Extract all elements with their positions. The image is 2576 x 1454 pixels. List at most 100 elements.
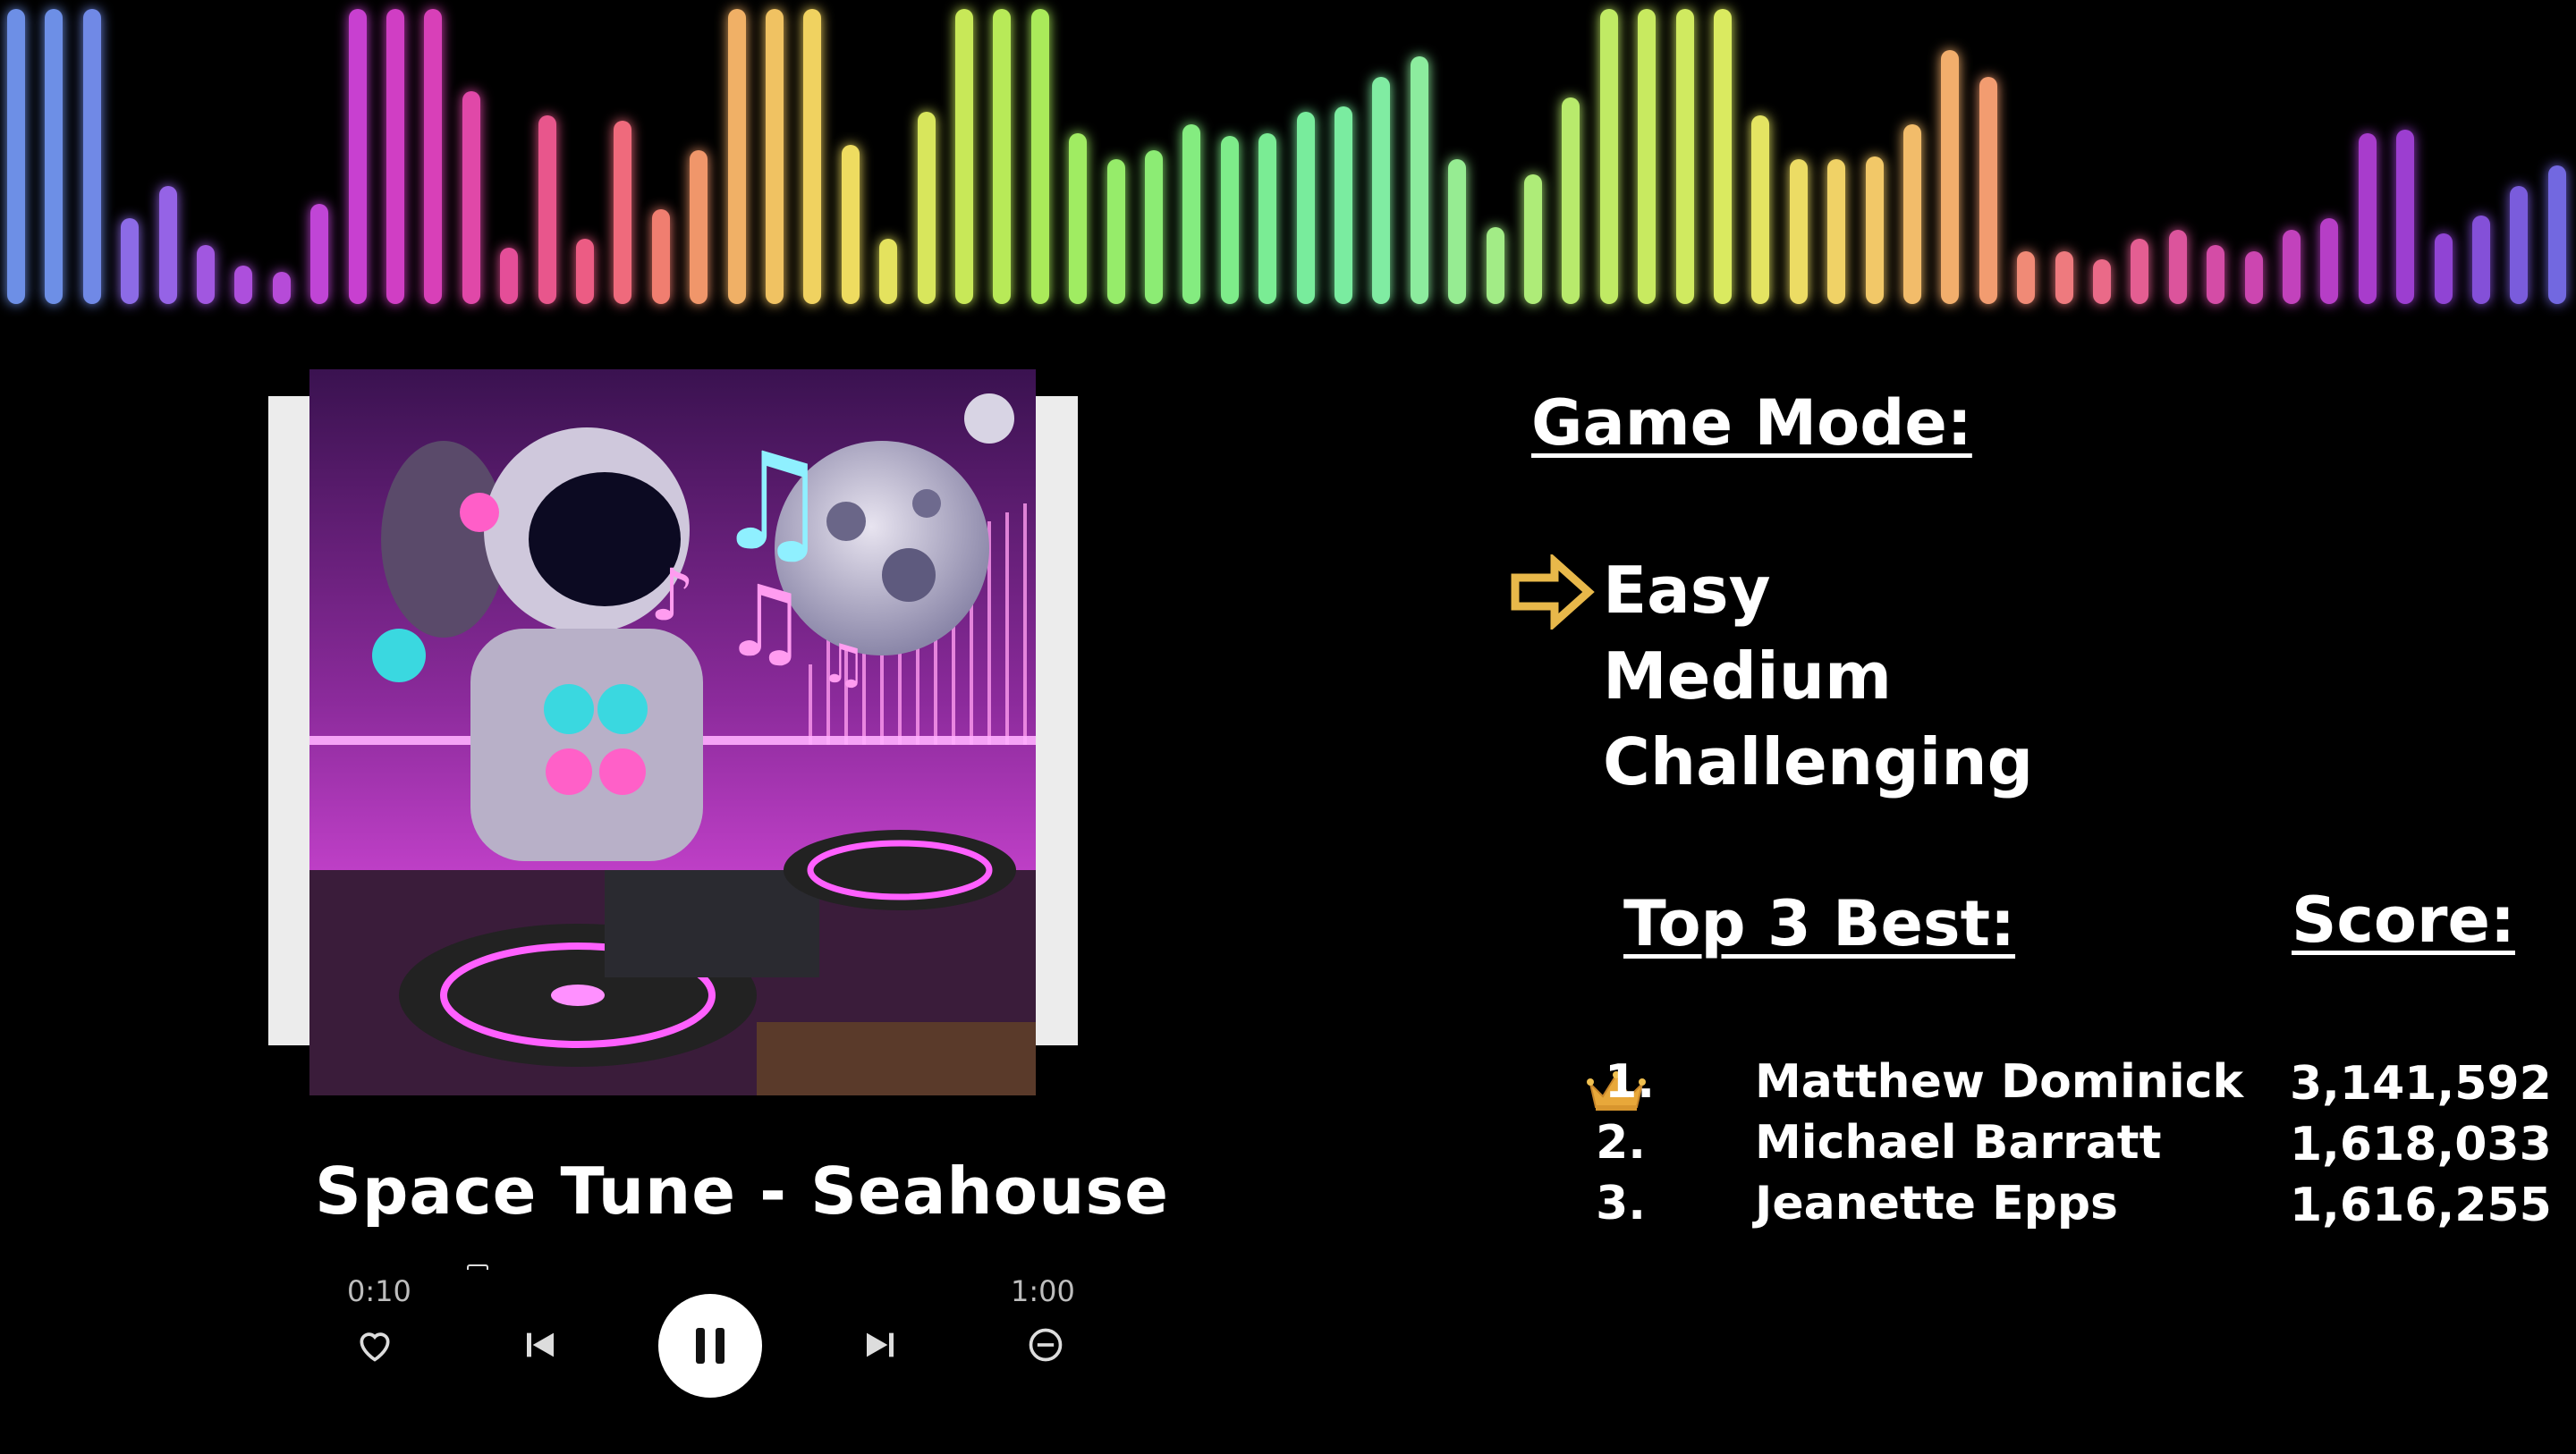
- selection-arrow-icon: [1510, 552, 1596, 633]
- visualizer-bar: [1562, 97, 1580, 304]
- rank: 2.: [1596, 1116, 1646, 1170]
- visualizer-bar: [576, 239, 594, 304]
- visualizer-bar: [2055, 251, 2073, 304]
- mode-option-easy[interactable]: Easy: [1603, 547, 2033, 633]
- visualizer-bar: [614, 121, 632, 304]
- game-mode-list: Easy Medium Challenging: [1603, 547, 2033, 805]
- visualizer-bar: [955, 9, 973, 304]
- visualizer-bar: [1827, 159, 1846, 304]
- visualizer-bar: [2358, 133, 2377, 304]
- visualizer-bar: [1106, 159, 1125, 304]
- visualizer-bar: [45, 9, 64, 304]
- visualizer-bar: [1030, 9, 1049, 304]
- leaderboard-row: 1.: [1601, 1055, 1655, 1109]
- svg-text:♫: ♫: [819, 633, 868, 696]
- visualizer-bar: [234, 266, 253, 304]
- visualizer-bar: [2207, 245, 2225, 304]
- visualizer-bar: [82, 9, 101, 304]
- visualizer-bar: [879, 239, 898, 304]
- mode-option-challenging[interactable]: Challenging: [1603, 719, 2033, 805]
- progress-handle[interactable]: [467, 1264, 488, 1270]
- previous-icon[interactable]: [519, 1323, 562, 1366]
- svg-text:♫: ♫: [721, 564, 809, 679]
- visualizer-bar: [1714, 9, 1732, 304]
- visualizer-bar: [1372, 77, 1391, 304]
- player-score: 3,141,592: [2290, 1057, 2552, 1111]
- time-elapsed: 0:10: [347, 1274, 411, 1308]
- visualizer-bar: [538, 115, 556, 304]
- visualizer-bar: [1524, 174, 1542, 304]
- visualizer-bar: [1182, 124, 1201, 304]
- visualizer-bar: [1220, 136, 1239, 304]
- mode-option-medium[interactable]: Medium: [1603, 633, 2033, 719]
- visualizer-bar: [348, 9, 367, 304]
- visualizer-bar: [2320, 218, 2339, 304]
- visualizer-bar: [2472, 216, 2490, 304]
- visualizer-bar: [766, 9, 784, 304]
- player-name: Jeanette Epps: [1755, 1177, 2118, 1230]
- visualizer-bar: [158, 186, 177, 304]
- player-score: 1,618,033: [2290, 1118, 2552, 1171]
- song-title: Space Tune - Seahouse: [315, 1154, 1170, 1229]
- visualizer-bar: [2283, 230, 2301, 304]
- pause-icon: [696, 1328, 724, 1364]
- visualizer-bar: [803, 9, 822, 304]
- visualizer-bar: [272, 272, 291, 304]
- score-heading: Score:: [2292, 883, 2515, 957]
- visualizer-bar: [1789, 159, 1808, 304]
- visualizer-bar: [1638, 9, 1657, 304]
- visualizer-bar: [424, 9, 443, 304]
- visualizer-bar: [1296, 112, 1315, 304]
- visualizer-bar: [310, 204, 329, 304]
- audio-visualizer: [0, 0, 2576, 322]
- svg-text:♪: ♪: [649, 554, 695, 637]
- player-name: Matthew Dominick: [1755, 1055, 2244, 1109]
- visualizer-bar: [1069, 133, 1088, 304]
- visualizer-bar: [2131, 239, 2149, 304]
- leaderboard-heading: Top 3 Best:: [1623, 887, 2016, 960]
- visualizer-bar: [121, 218, 140, 304]
- minus-circle-icon[interactable]: [1024, 1323, 1067, 1366]
- visualizer-bar: [2168, 230, 2187, 304]
- visualizer-bar: [197, 245, 215, 304]
- visualizer-bar: [2244, 251, 2263, 304]
- visualizer-bar: [1145, 150, 1163, 304]
- album-art: ♫ ♪ ♫ ♫: [309, 369, 1036, 1095]
- game-mode-heading: Game Mode:: [1531, 386, 1972, 460]
- visualizer-bar: [727, 9, 746, 304]
- visualizer-bar: [500, 248, 519, 304]
- visualizer-bar: [2017, 251, 2036, 304]
- visualizer-bar: [651, 209, 670, 304]
- visualizer-bar: [841, 145, 860, 304]
- visualizer-bar: [2093, 259, 2111, 304]
- visualizer-bar: [386, 9, 404, 304]
- visualizer-bar: [1903, 124, 1921, 304]
- visualizer-bar: [2434, 233, 2453, 304]
- visualizer-bar: [1675, 9, 1694, 304]
- visualizer-bar: [917, 112, 936, 304]
- player-score: 1,616,255: [2290, 1179, 2552, 1232]
- visualizer-bar: [1941, 50, 1960, 304]
- leaderboard-row: 3.: [1592, 1177, 1646, 1230]
- visualizer-bar: [1258, 133, 1277, 304]
- visualizer-bar: [2547, 165, 2566, 304]
- visualizer-bar: [2396, 130, 2415, 304]
- visualizer-bar: [2510, 186, 2529, 304]
- visualizer-bar: [1410, 56, 1428, 304]
- visualizer-bar: [1751, 115, 1770, 304]
- visualizer-bar: [1979, 77, 1997, 304]
- visualizer-bar: [1448, 159, 1467, 304]
- visualizer-bar: [462, 91, 480, 304]
- rank: 1.: [1605, 1055, 1655, 1109]
- pause-button[interactable]: [658, 1294, 762, 1398]
- rank: 3.: [1596, 1177, 1646, 1230]
- visualizer-bar: [7, 9, 25, 304]
- player-name: Michael Barratt: [1755, 1116, 2162, 1170]
- leaderboard-row: 2.: [1592, 1116, 1646, 1170]
- visualizer-bar: [1865, 156, 1884, 304]
- visualizer-bar: [690, 150, 708, 304]
- visualizer-bar: [1335, 106, 1352, 304]
- heart-icon[interactable]: [353, 1323, 396, 1366]
- next-icon[interactable]: [859, 1323, 902, 1366]
- visualizer-bar: [1486, 227, 1504, 304]
